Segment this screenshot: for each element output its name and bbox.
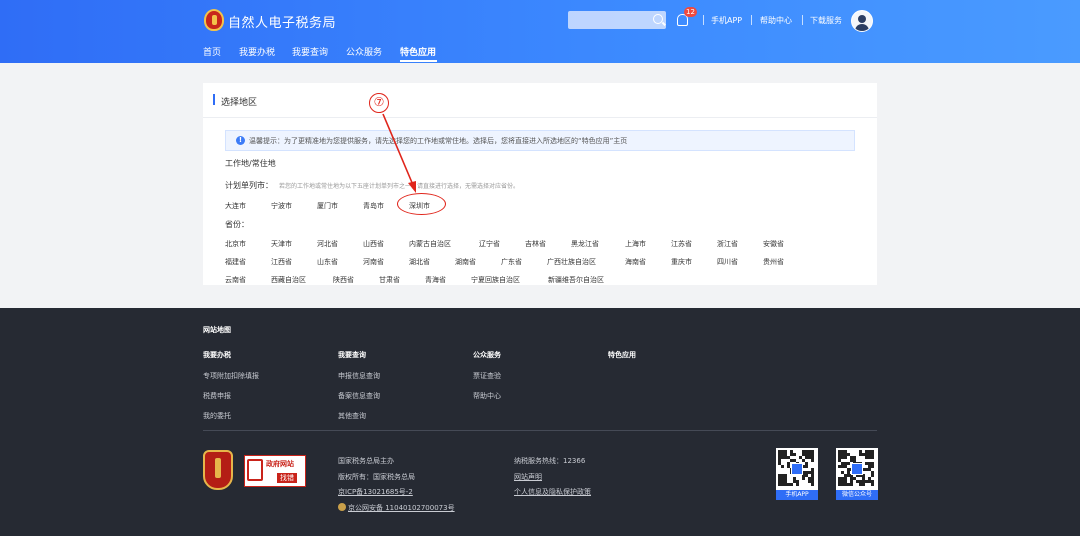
province-option[interactable]: 河北省 (317, 239, 338, 249)
header-separator (751, 15, 752, 25)
annotation-highlight-ellipse (397, 193, 446, 215)
nav-home[interactable]: 首页 (203, 45, 221, 58)
tax-emblem-logo-icon[interactable] (204, 9, 224, 31)
search-input[interactable] (568, 11, 666, 29)
title-accent-bar (213, 94, 215, 105)
header-separator (703, 15, 704, 25)
header-separator (802, 15, 803, 25)
tip-text: 温馨提示：为了更精准地为您提供服务，请先选择您的工作地或常住地。选择后，您将直接… (249, 137, 628, 145)
nav-tax-handling[interactable]: 我要办税 (239, 45, 275, 58)
province-option[interactable]: 广西壮族自治区 (547, 257, 596, 267)
planned-city-label: 计划单列市： (225, 181, 273, 190)
qr-label-wechat: 微信公众号 (836, 490, 878, 500)
work-location-label: 工作地/常住地 (225, 159, 276, 168)
province-option[interactable]: 黑龙江省 (571, 239, 599, 249)
province-option[interactable]: 新疆维吾尔自治区 (548, 275, 604, 285)
mobile-app-link[interactable]: 手机APP (711, 15, 742, 26)
footer-col-title: 特色应用 (608, 351, 636, 359)
province-option[interactable]: 西藏自治区 (271, 275, 306, 285)
footer-link[interactable]: 备案信息查询 (338, 391, 380, 401)
footer-divider (203, 430, 877, 431)
help-center-link[interactable]: 帮助中心 (760, 15, 792, 26)
province-label: 省份： (225, 220, 249, 229)
city-option-ningbo[interactable]: 宁波市 (271, 201, 292, 211)
footer-link[interactable]: 税费申报 (203, 391, 231, 401)
qr-code-app-icon (776, 448, 818, 490)
footer (0, 308, 1080, 536)
tax-emblem-icon (203, 450, 233, 490)
gov-badge-icon (247, 459, 263, 481)
site-statement-link[interactable]: 网站声明 (514, 472, 542, 482)
gov-badge-line1: 政府网站 (266, 460, 294, 468)
footer-col-title: 我要办税 (203, 351, 231, 359)
province-option[interactable]: 山西省 (363, 239, 384, 249)
province-option[interactable]: 山东省 (317, 257, 338, 267)
province-option[interactable]: 宁夏回族自治区 (471, 275, 520, 285)
footer-link[interactable]: 专项附加扣除填报 (203, 371, 259, 381)
site-title[interactable]: 自然人电子税务局 (228, 12, 336, 31)
footer-link[interactable]: 申报信息查询 (338, 371, 380, 381)
province-option[interactable]: 内蒙古自治区 (409, 239, 451, 249)
province-option[interactable]: 陕西省 (333, 275, 354, 285)
annotation-step-number: ⑦ (369, 93, 389, 113)
public-security-link[interactable]: 京公网安备 11040102700073号 (348, 503, 455, 513)
footer-link[interactable]: 我的委托 (203, 411, 231, 421)
city-option-qingdao[interactable]: 青岛市 (363, 201, 384, 211)
nav-special-apps[interactable]: 特色应用 (400, 45, 436, 58)
province-option[interactable]: 重庆市 (671, 257, 692, 267)
card-divider (203, 117, 877, 118)
sitemap-title: 网站地图 (203, 326, 231, 334)
province-option[interactable]: 贵州省 (763, 257, 784, 267)
province-option[interactable]: 天津市 (271, 239, 292, 249)
footer-sponsor: 国家税务总局主办 (338, 457, 394, 465)
police-badge-icon (338, 503, 346, 511)
user-avatar[interactable] (851, 10, 873, 32)
province-option[interactable]: 青海省 (425, 275, 446, 285)
top-header (0, 0, 1080, 63)
search-icon[interactable] (653, 14, 663, 24)
footer-link[interactable]: 其他查询 (338, 411, 366, 421)
privacy-policy-link[interactable]: 个人信息及隐私保护政策 (514, 487, 591, 497)
province-option[interactable]: 湖南省 (455, 257, 476, 267)
footer-copyright: 版权所有：国家税务总局 (338, 473, 415, 481)
city-option-xiamen[interactable]: 厦门市 (317, 201, 338, 211)
download-service-link[interactable]: 下载服务 (810, 15, 842, 26)
province-option[interactable]: 四川省 (717, 257, 738, 267)
province-option[interactable]: 甘肃省 (379, 275, 400, 285)
province-option[interactable]: 浙江省 (717, 239, 738, 249)
province-option[interactable]: 云南省 (225, 275, 246, 285)
footer-col-title: 公众服务 (473, 351, 501, 359)
footer-link[interactable]: 票证查验 (473, 371, 501, 381)
gov-badge-line2: 找错 (277, 473, 297, 483)
city-option-dalian[interactable]: 大连市 (225, 201, 246, 211)
province-option[interactable]: 福建省 (225, 257, 246, 267)
qr-code-wechat-icon (836, 448, 878, 490)
province-option[interactable]: 广东省 (501, 257, 522, 267)
province-option[interactable]: 辽宁省 (479, 239, 500, 249)
nav-active-indicator (400, 60, 437, 62)
province-option[interactable]: 吉林省 (525, 239, 546, 249)
footer-col-title: 我要查询 (338, 351, 366, 359)
province-option[interactable]: 河南省 (363, 257, 384, 267)
service-hotline: 纳税服务热线：12366 (514, 457, 586, 465)
province-option[interactable]: 海南省 (625, 257, 646, 267)
qr-label-app: 手机APP (776, 490, 818, 500)
province-option[interactable]: 江西省 (271, 257, 292, 267)
info-icon: ! (236, 136, 245, 145)
notification-badge: 12 (684, 7, 697, 17)
icp-link[interactable]: 京ICP备13021685号-2 (338, 487, 413, 497)
province-option[interactable]: 上海市 (625, 239, 646, 249)
province-option[interactable]: 北京市 (225, 239, 246, 249)
nav-public-service[interactable]: 公众服务 (346, 45, 382, 58)
footer-link[interactable]: 帮助中心 (473, 391, 501, 401)
province-option[interactable]: 湖北省 (409, 257, 430, 267)
planned-city-hint: 若您的工作地或常住地为以下五座计划单列市之一，请直接进行选择，无需选择对应省份。 (279, 183, 520, 190)
card-title: 选择地区 (221, 98, 258, 108)
nav-query[interactable]: 我要查询 (292, 45, 328, 58)
province-option[interactable]: 安徽省 (763, 239, 784, 249)
province-option[interactable]: 江苏省 (671, 239, 692, 249)
